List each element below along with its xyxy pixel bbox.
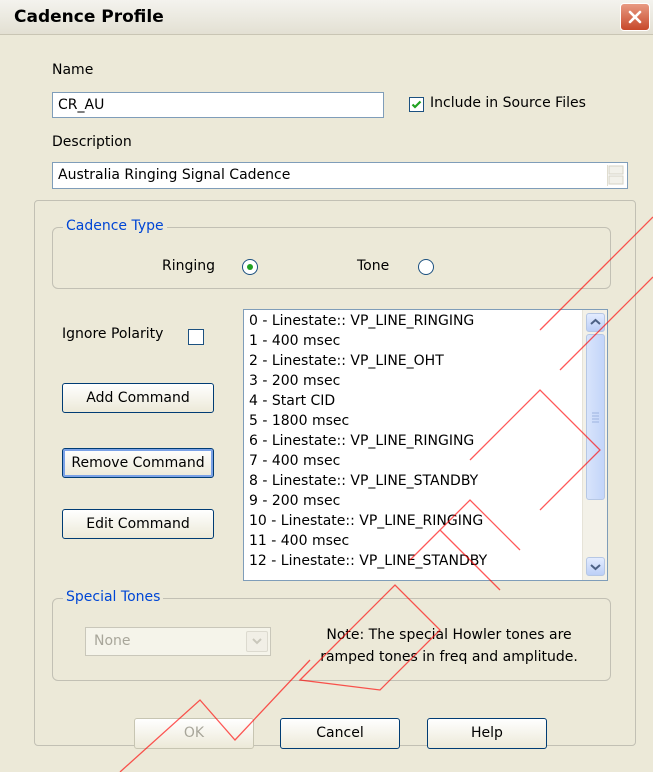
list-item[interactable]: 7 - 400 msec: [249, 453, 340, 469]
cadence-type-caption: Cadence Type: [63, 218, 167, 234]
list-item[interactable]: 6 - Linestate:: VP_LINE_RINGING: [249, 433, 474, 449]
edit-command-button[interactable]: Edit Command: [62, 509, 214, 539]
include-source-checkbox[interactable]: [409, 97, 424, 112]
tone-radio[interactable]: [418, 259, 434, 275]
chevron-up-icon: [590, 318, 601, 325]
scroll-thumb[interactable]: [586, 334, 605, 500]
name-label: Name: [52, 62, 94, 78]
special-tones-caption: Special Tones: [63, 589, 164, 605]
list-item[interactable]: 9 - 200 msec: [249, 493, 340, 509]
description-spinner[interactable]: [607, 165, 626, 186]
list-item[interactable]: 12 - Linestate:: VP_LINE_STANDBY: [249, 553, 487, 569]
include-source-label: Include in Source Files: [430, 95, 586, 111]
description-input[interactable]: Australia Ringing Signal Cadence: [52, 162, 628, 189]
list-item[interactable]: 8 - Linestate:: VP_LINE_STANDBY: [249, 473, 478, 489]
note-line-2: ramped tones in freq and amplitude.: [320, 649, 578, 665]
ok-button[interactable]: OK: [134, 718, 254, 749]
chevron-down-icon: [252, 638, 262, 645]
list-item[interactable]: 11 - 400 msec: [249, 533, 349, 549]
list-item[interactable]: 0 - Linestate:: VP_LINE_RINGING: [249, 313, 474, 329]
close-button[interactable]: [620, 3, 650, 31]
command-list[interactable]: 0 - Linestate:: VP_LINE_RINGING 1 - 400 …: [243, 309, 608, 581]
grip-icon: [592, 412, 599, 423]
list-item[interactable]: 5 - 1800 msec: [249, 413, 349, 429]
ignore-polarity-label: Ignore Polarity: [62, 326, 164, 342]
spinner-arrows-icon: [608, 165, 624, 185]
name-value: CR_AU: [58, 97, 105, 113]
help-button[interactable]: Help: [427, 718, 547, 749]
special-tones-note: Note: The special Howler tones are rampe…: [296, 624, 602, 668]
list-item[interactable]: 10 - Linestate:: VP_LINE_RINGING: [249, 513, 483, 529]
chevron-down-icon: [590, 564, 601, 571]
scroll-up-button[interactable]: [586, 313, 605, 332]
remove-command-button[interactable]: Remove Command: [62, 448, 214, 478]
dropdown-button[interactable]: [246, 631, 268, 652]
ignore-polarity-checkbox[interactable]: [188, 329, 204, 345]
command-list-scrollbar[interactable]: [582, 310, 607, 580]
cancel-button[interactable]: Cancel: [280, 718, 400, 749]
list-item[interactable]: 4 - Start CID: [249, 393, 335, 409]
window-title: Cadence Profile: [14, 7, 164, 27]
list-item[interactable]: 2 - Linestate:: VP_LINE_OHT: [249, 353, 444, 369]
name-input[interactable]: CR_AU: [52, 92, 384, 118]
list-item[interactable]: 1 - 400 msec: [249, 333, 340, 349]
special-tones-select[interactable]: None: [85, 627, 271, 656]
add-command-button[interactable]: Add Command: [62, 383, 214, 413]
scroll-down-button[interactable]: [586, 557, 605, 576]
ringing-label: Ringing: [162, 258, 216, 274]
radio-selected-dot: [247, 264, 253, 270]
list-item[interactable]: 3 - 200 msec: [249, 373, 340, 389]
special-tones-value: None: [94, 633, 131, 649]
description-label: Description: [52, 134, 132, 150]
tone-label: Tone: [357, 258, 390, 274]
description-value: Australia Ringing Signal Cadence: [58, 167, 291, 183]
note-line-1: Note: The special Howler tones are: [326, 627, 572, 643]
cadence-type-group: [52, 227, 611, 289]
ringing-radio[interactable]: [242, 259, 258, 275]
